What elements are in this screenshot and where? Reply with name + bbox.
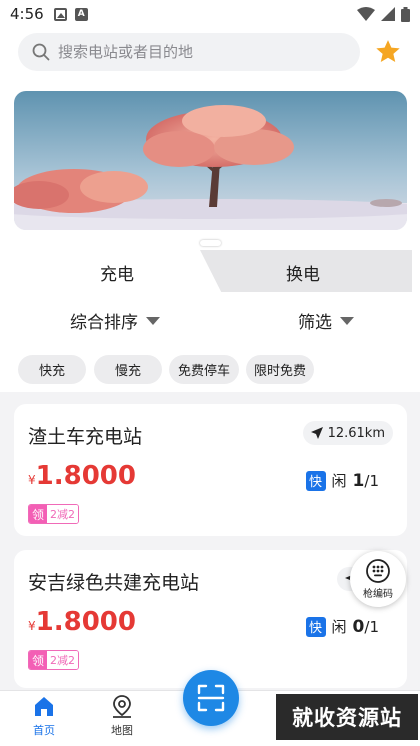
total-count: /1 (364, 617, 379, 636)
header-area (0, 28, 420, 250)
gun-code-button[interactable]: 枪编码 (350, 551, 406, 607)
nav-home[interactable]: 首页 (14, 695, 74, 738)
chip-limited-free[interactable]: 限时免费 (246, 355, 314, 384)
keypad-icon (366, 558, 390, 583)
sort-label: 综合排序 (70, 313, 138, 333)
search-bar[interactable] (18, 33, 360, 71)
station-name: 安吉绿色共建充电站 (28, 572, 200, 594)
charger-status: 快 闲 1/1 (305, 470, 379, 491)
filter-label: 筛选 (298, 313, 332, 333)
scan-button[interactable] (183, 670, 239, 726)
tab-charging[interactable]: 充电 (100, 260, 134, 285)
station-card[interactable]: 安吉绿色共建充电站 12 ¥1.8000 快 闲 0/1 领 2减2 (14, 550, 407, 688)
idle-label: 闲 (331, 472, 347, 490)
chip-free-parking[interactable]: 免费停车 (169, 355, 239, 384)
search-icon (32, 43, 50, 61)
idle-count: 0 (352, 616, 365, 637)
status-bar: 4:56 A (0, 0, 420, 28)
service-tabs: 充电 换电 (0, 250, 420, 292)
favorite-star-icon[interactable] (374, 38, 402, 66)
wifi-icon (357, 7, 375, 21)
distance-badge[interactable]: 12.61km (302, 421, 393, 445)
gun-code-label: 枪编码 (363, 588, 393, 600)
price: ¥1.8000 (28, 607, 136, 637)
charger-status: 快 闲 0/1 (305, 616, 379, 637)
price-value: 1.8000 (35, 461, 136, 491)
chip-fast-charge[interactable]: 快充 (18, 355, 86, 384)
navigation-arrow-icon (310, 427, 323, 439)
quick-filter-chips: 快充 慢充 免费停车 限时免费 (0, 344, 420, 392)
filter-row: 综合排序 筛选 (0, 292, 420, 344)
station-card[interactable]: 渣土车充电站 12.61km ¥1.8000 快 闲 1/1 领 2减2 (14, 404, 407, 536)
station-name: 渣土车充电站 (28, 426, 143, 448)
carousel-indicator[interactable] (200, 240, 221, 246)
status-time: 4:56 (10, 5, 44, 23)
fast-charge-badge: 快 (305, 470, 326, 491)
app-notification-icon: A (74, 7, 88, 21)
chevron-down-icon (340, 316, 354, 325)
price: ¥1.8000 (28, 461, 136, 491)
coupon-desc: 2减2 (47, 505, 79, 523)
filter-dropdown[interactable]: 筛选 (298, 308, 354, 333)
coupon-desc: 2减2 (47, 651, 79, 669)
currency-symbol: ¥ (28, 619, 36, 633)
search-input[interactable] (58, 43, 338, 61)
nav-map-label: 地图 (111, 724, 133, 737)
idle-count: 1 (352, 470, 365, 491)
home-icon (35, 697, 53, 716)
coupon-badge[interactable]: 领 2减2 (28, 650, 80, 670)
coupon-badge[interactable]: 领 2减2 (28, 504, 80, 524)
nav-home-label: 首页 (33, 724, 55, 737)
fast-charge-badge: 快 (305, 616, 326, 637)
sort-dropdown[interactable]: 综合排序 (70, 308, 160, 333)
chevron-down-icon (146, 316, 160, 325)
coupon-tag: 领 (29, 505, 48, 523)
image-notification-icon (53, 7, 67, 21)
coupon-tag: 领 (29, 651, 48, 669)
map-pin-icon (113, 695, 131, 718)
battery-icon (401, 6, 410, 22)
tab-battery-swap[interactable]: 换电 (286, 260, 320, 285)
banner-carousel[interactable] (14, 91, 407, 230)
signal-icon (381, 7, 395, 21)
nav-map[interactable]: 地图 (92, 695, 152, 738)
banner-image (14, 91, 407, 230)
total-count: /1 (364, 471, 379, 490)
price-value: 1.8000 (35, 607, 136, 637)
currency-symbol: ¥ (28, 473, 36, 487)
scan-icon (197, 684, 225, 712)
idle-label: 闲 (331, 618, 347, 636)
watermark: 就收资源站 (276, 694, 418, 740)
distance-value: 12.61km (327, 425, 385, 441)
chip-slow-charge[interactable]: 慢充 (94, 355, 162, 384)
